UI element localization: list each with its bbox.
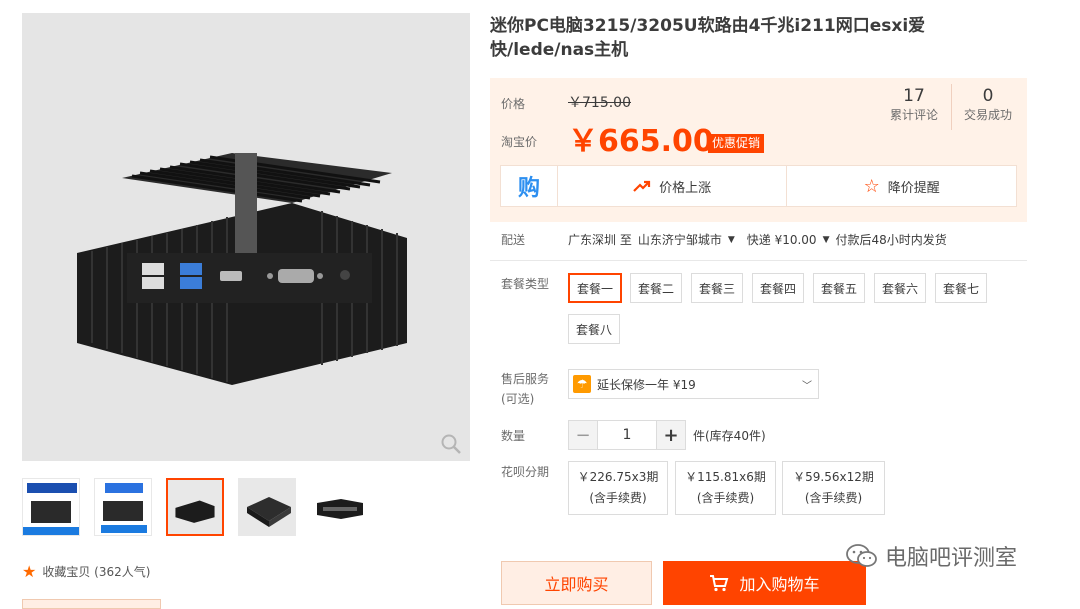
thumbnail-2-image <box>95 479 151 535</box>
service-optional-label: (可选) <box>501 392 535 406</box>
shipping-info: 广东深圳 至 山东济宁邹城市 ▼ 快递 ¥10.00 ▼ 付款后48小时内发货 <box>568 231 947 248</box>
shipping-delivery: 付款后48小时内发货 <box>835 233 947 247</box>
package-label: 套餐类型 <box>501 277 550 291</box>
price-up-label: 价格上涨 <box>659 180 712 196</box>
favorite-label: 收藏宝贝 (362人气) <box>42 565 151 579</box>
installment-amount: ￥226.75x3期 <box>577 470 659 484</box>
taobao-price-label: 淘宝价 <box>501 135 538 149</box>
umbrella-icon: ☂ <box>573 375 591 393</box>
price-drop-alert-button[interactable]: ☆ 降价提醒 <box>786 166 1016 206</box>
increment-button[interactable]: + <box>656 420 686 450</box>
price-action-bar: 购 价格上涨 ☆ 降价提醒 <box>500 165 1017 207</box>
buy-now-button[interactable]: 立即购买 <box>501 561 652 605</box>
chevron-down-icon[interactable]: ▼ <box>728 235 735 245</box>
installment-label: 花呗分期 <box>501 465 550 479</box>
cart-icon <box>710 575 729 592</box>
shipping-express: 快递 ¥10.00 <box>746 233 817 247</box>
mini-pc-illustration <box>77 153 407 385</box>
stat-divider <box>951 84 952 130</box>
installment-plan-6[interactable]: ￥115.81x6期 (含手续费) <box>675 461 776 515</box>
thumbnail-2[interactable] <box>94 478 152 536</box>
zoom-icon[interactable] <box>440 433 462 455</box>
favorite-item[interactable]: ★ 收藏宝贝 (362人气) <box>22 562 150 581</box>
installment-amount: ￥115.81x6期 <box>685 470 766 484</box>
thumbnail-strip <box>22 478 368 536</box>
price-panel: 价格 ￥715.00 淘宝价 ￥665.00 优惠促销 17 累计评论 0 交易… <box>490 78 1027 222</box>
price-drop-label: 降价提醒 <box>887 180 940 196</box>
service-select[interactable]: ☂ 延长保修一年 ¥19 ﹀ <box>568 369 819 399</box>
package-option-8[interactable]: 套餐八 <box>568 314 621 344</box>
gou-button[interactable]: 购 <box>501 166 557 206</box>
deals-label: 交易成功 <box>963 108 1012 122</box>
thumbnail-5-image <box>311 479 367 535</box>
reviews-count: 17 <box>903 86 925 106</box>
thumbnail-4-image <box>239 479 295 535</box>
installment-plan-12[interactable]: ￥59.56x12期 (含手续费) <box>782 461 885 515</box>
package-option-1[interactable]: 套餐一 <box>568 273 623 303</box>
installment-plan-3[interactable]: ￥226.75x3期 (含手续费) <box>568 461 668 515</box>
reviews-label: 累计评论 <box>889 108 938 122</box>
shipping-destination[interactable]: 山东济宁邹城市 <box>638 231 722 248</box>
installment-fee: (含手续费) <box>696 491 755 505</box>
quantity-stepper: − 1 + <box>568 420 686 450</box>
installment-fee: (含手续费) <box>804 491 863 505</box>
service-value: 延长保修一年 ¥19 <box>597 377 696 392</box>
deals-stat: 0 交易成功 <box>958 86 1018 123</box>
thumbnail-3-image <box>168 480 222 534</box>
installment-fee: (含手续费) <box>589 491 647 505</box>
stock-info: 件(库存40件) <box>693 429 766 443</box>
quantity-input[interactable]: 1 <box>598 420 656 450</box>
main-product-image[interactable] <box>22 13 470 461</box>
quantity-label: 数量 <box>501 429 526 443</box>
add-to-cart-button[interactable]: 加入购物车 <box>663 561 866 605</box>
package-option-2[interactable]: 套餐二 <box>630 273 683 303</box>
installment-amount: ￥59.56x12期 <box>793 470 874 484</box>
package-option-3[interactable]: 套餐三 <box>691 273 744 303</box>
chevron-down-icon: ﹀ <box>802 381 812 392</box>
chevron-down-icon[interactable]: ▼ <box>823 235 830 245</box>
price-label: 价格 <box>501 97 526 111</box>
original-price: ￥715.00 <box>568 95 631 111</box>
thumbnail-1[interactable] <box>22 478 80 536</box>
package-option-5[interactable]: 套餐五 <box>813 273 866 303</box>
promo-tag[interactable]: 优惠促销 <box>708 134 765 153</box>
wechat-icon <box>846 544 877 567</box>
star-icon: ★ <box>22 562 37 581</box>
reviews-stat[interactable]: 17 累计评论 <box>885 86 943 123</box>
package-option-4[interactable]: 套餐四 <box>752 273 805 303</box>
deals-count: 0 <box>982 86 994 106</box>
add-to-cart-label: 加入购物车 <box>739 575 820 594</box>
service-label: 售后服务 <box>501 372 550 386</box>
taobao-price: ￥665.00 <box>568 124 714 159</box>
partial-button[interactable] <box>22 599 161 609</box>
thumbnail-1-image <box>23 479 79 535</box>
star-outline-icon: ☆ <box>863 175 880 197</box>
decrement-button[interactable]: − <box>568 420 598 450</box>
thumbnail-4[interactable] <box>238 478 296 536</box>
price-up-button[interactable]: 价格上涨 <box>556 166 787 206</box>
watermark: 电脑吧评测室 <box>845 540 1017 572</box>
trend-up-icon <box>633 180 651 192</box>
shipping-label: 配送 <box>501 233 526 247</box>
gou-icon: 购 <box>517 176 540 201</box>
thumbnail-5[interactable] <box>310 478 368 536</box>
shipping-from: 广东深圳 至 <box>568 233 632 247</box>
section-divider <box>490 260 1027 261</box>
package-option-7[interactable]: 套餐七 <box>935 273 988 303</box>
product-title: 迷你PC电脑3215/3205U软路由4千兆i211网口esxi爱快/lede/… <box>490 16 926 60</box>
watermark-text: 电脑吧评测室 <box>885 546 1018 571</box>
thumbnail-3[interactable] <box>166 478 224 536</box>
package-option-6[interactable]: 套餐六 <box>874 273 927 303</box>
